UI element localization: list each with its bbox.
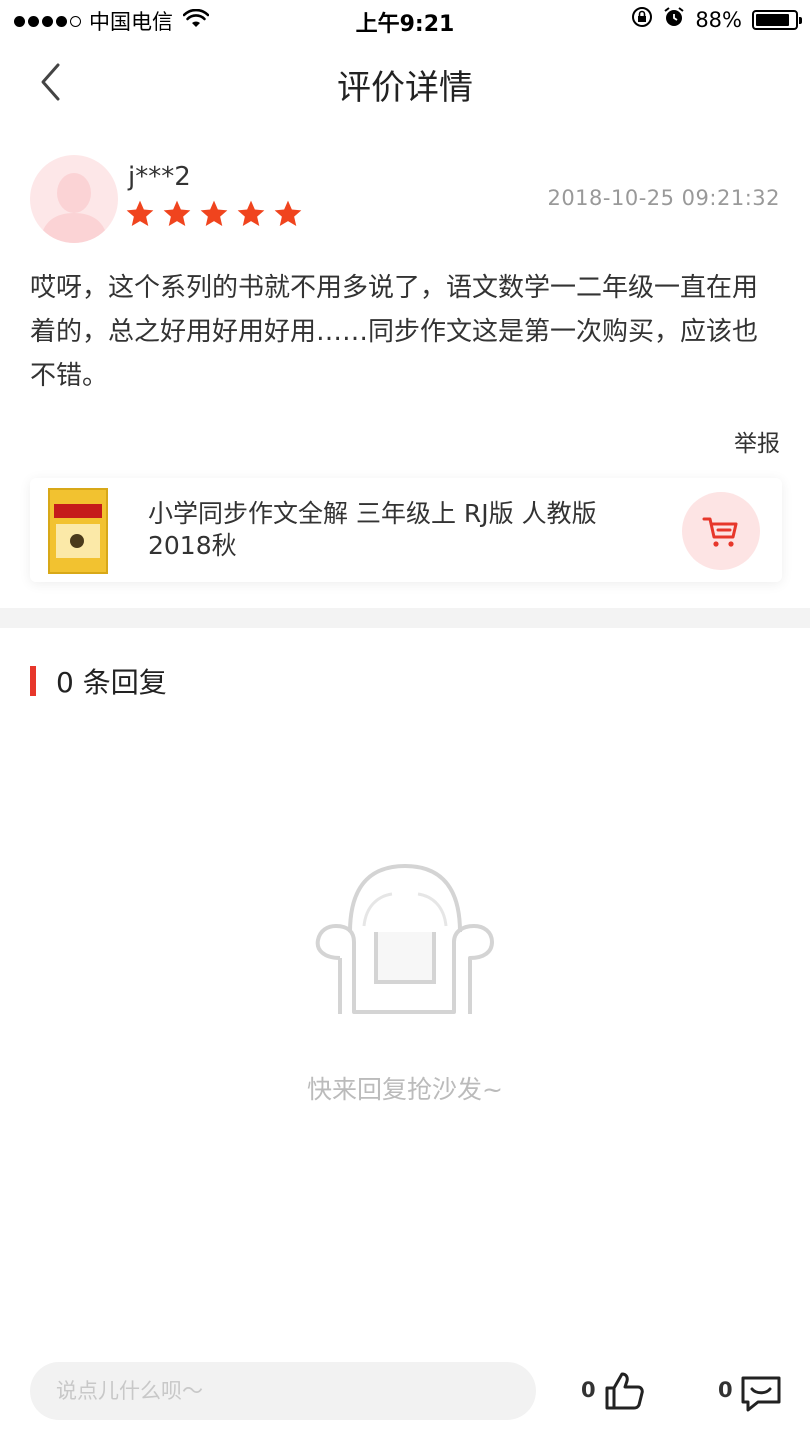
product-card[interactable]: 小学同步作文全解 三年级上 RJ版 人教版 2018秋 <box>30 478 782 582</box>
report-button[interactable]: 举报 <box>734 424 780 458</box>
username: j***2 <box>128 162 191 192</box>
battery-percent: 88% <box>695 7 742 32</box>
section-divider <box>0 608 810 628</box>
avatar[interactable] <box>30 155 118 243</box>
star-icon <box>126 200 154 226</box>
rotation-lock-icon <box>631 6 653 33</box>
thumbs-up-icon <box>605 1372 644 1410</box>
product-thumbnail <box>48 488 108 574</box>
battery-icon <box>752 9 802 30</box>
battery-fill <box>756 13 790 26</box>
empty-state-text: 快来回复抢沙发~ <box>307 1075 503 1104</box>
product-title: 小学同步作文全解 三年级上 RJ版 人教版 2018秋 <box>148 499 597 560</box>
nav-bar: 评价详情 <box>0 40 810 126</box>
comment-icon <box>741 1376 781 1412</box>
like-button[interactable] <box>601 1368 647 1414</box>
bottom-bar: 0 0 <box>0 1350 810 1440</box>
page-title: 评价详情 <box>337 68 473 108</box>
user-placeholder-icon <box>40 173 108 243</box>
like-count: 0 <box>581 1378 596 1402</box>
star-icon <box>274 200 302 226</box>
status-bar: 中国电信 上午9:21 88% <box>0 0 810 40</box>
star-icon <box>163 200 191 226</box>
star-icon <box>237 200 265 226</box>
sofa-icon <box>314 860 496 1022</box>
comment-button[interactable] <box>738 1370 784 1416</box>
review-text: 哎呀，这个系列的书就不用多说了，语文数学一二年级一直在用着的，总之好用好用好用…… <box>30 273 759 391</box>
comment-input[interactable] <box>30 1362 536 1420</box>
comment-count: 0 <box>718 1378 733 1402</box>
replies-header: 0 条回复 <box>30 664 167 699</box>
replies-count: 0 条回复 <box>56 666 167 699</box>
cart-icon <box>702 517 738 547</box>
accent-bar <box>30 666 36 696</box>
add-to-cart-button[interactable] <box>682 492 760 570</box>
star-icon <box>200 200 228 226</box>
rating-stars <box>124 198 304 230</box>
review-timestamp: 2018-10-25 09:21:32 <box>547 186 780 210</box>
alarm-icon <box>663 6 685 33</box>
status-right: 88% <box>631 6 802 33</box>
